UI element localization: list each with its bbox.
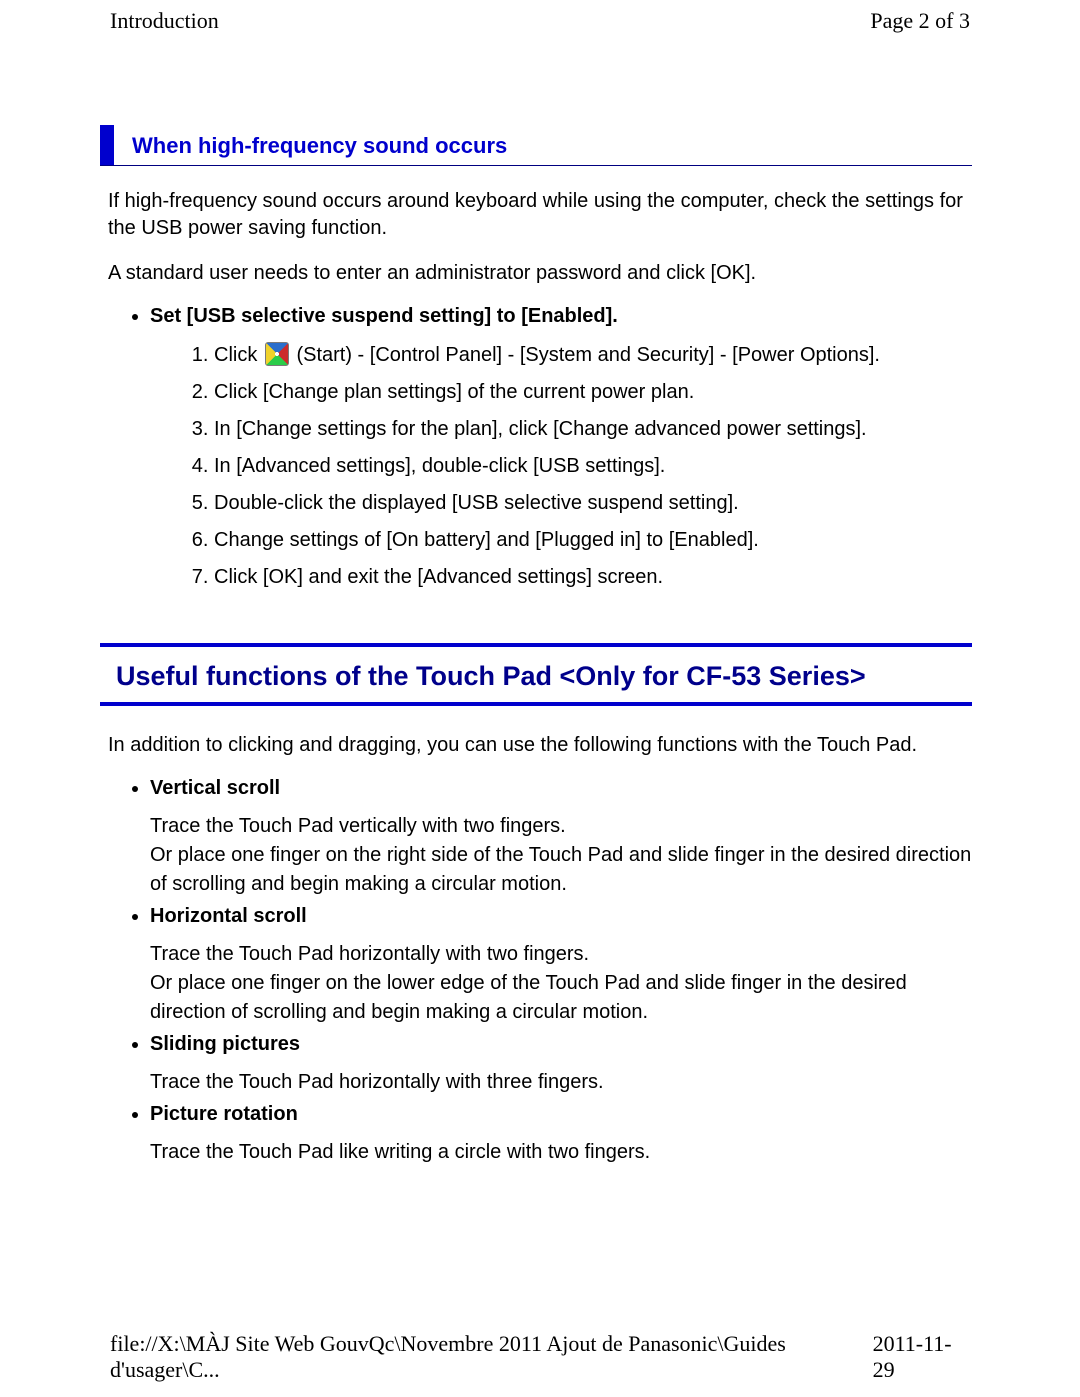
step-5: Double-click the displayed [USB selectiv…: [214, 490, 972, 517]
section1-bullet-item: Set [USB selective suspend setting] to […: [150, 305, 972, 591]
item-title: Horizontal scroll: [150, 905, 307, 927]
steps-list: Click (Start) - [Control Panel] - [Syste…: [188, 342, 972, 591]
header-title: Introduction: [110, 8, 219, 34]
touchpad-item-picture-rotation: Picture rotation Trace the Touch Pad lik…: [150, 1103, 972, 1167]
section1-para1: If high-frequency sound occurs around ke…: [108, 188, 972, 242]
step-6: Change settings of [On battery] and [Plu…: [214, 527, 972, 554]
bullet-heading: Set [USB selective suspend setting] to […: [150, 305, 618, 327]
step-1-text-a: Click: [214, 344, 263, 366]
item-title: Vertical scroll: [150, 777, 280, 799]
heading-text: When high-frequency sound occurs: [132, 125, 507, 165]
page-header: Introduction Page 2 of 3: [0, 8, 1080, 34]
step-1-text-b: (Start) - [Control Panel] - [System and …: [291, 344, 880, 366]
item-body: Trace the Touch Pad like writing a circl…: [150, 1138, 972, 1167]
heading-rule-bottom: [100, 702, 972, 706]
section2-intro: In addition to clicking and dragging, yo…: [108, 732, 972, 759]
touchpad-item-horizontal-scroll: Horizontal scroll Trace the Touch Pad ho…: [150, 905, 972, 1027]
footer-date: 2011-11-29: [873, 1331, 970, 1383]
section1-para2: A standard user needs to enter an admini…: [108, 260, 972, 287]
document-page: Introduction Page 2 of 3 When high-frequ…: [0, 0, 1080, 1397]
touchpad-item-sliding-pictures: Sliding pictures Trace the Touch Pad hor…: [150, 1033, 972, 1097]
step-7: Click [OK] and exit the [Advanced settin…: [214, 564, 972, 591]
step-4: In [Advanced settings], double-click [US…: [214, 453, 972, 480]
windows-start-orb-icon: [265, 342, 289, 366]
section-heading-high-frequency: When high-frequency sound occurs: [100, 125, 972, 166]
section-heading-touchpad: Useful functions of the Touch Pad <Only …: [100, 643, 972, 706]
item-body: Trace the Touch Pad vertically with two …: [150, 812, 972, 899]
section2-title: Useful functions of the Touch Pad <Only …: [100, 647, 972, 702]
touchpad-item-vertical-scroll: Vertical scroll Trace the Touch Pad vert…: [150, 777, 972, 899]
section1-bullet-list: Set [USB selective suspend setting] to […: [122, 305, 972, 591]
item-body: Trace the Touch Pad horizontally with th…: [150, 1068, 972, 1097]
step-2: Click [Change plan settings] of the curr…: [214, 379, 972, 406]
step-3: In [Change settings for the plan], click…: [214, 416, 972, 443]
page-footer: file://X:\MÀJ Site Web GouvQc\Novembre 2…: [0, 1331, 1080, 1383]
footer-path: file://X:\MÀJ Site Web GouvQc\Novembre 2…: [110, 1331, 873, 1383]
item-title: Sliding pictures: [150, 1033, 300, 1055]
page-content: When high-frequency sound occurs If high…: [100, 115, 972, 1173]
item-body: Trace the Touch Pad horizontally with tw…: [150, 940, 972, 1027]
heading-accent-bar: [100, 125, 114, 165]
touchpad-function-list: Vertical scroll Trace the Touch Pad vert…: [122, 777, 972, 1167]
item-title: Picture rotation: [150, 1103, 298, 1125]
header-page-indicator: Page 2 of 3: [870, 8, 970, 34]
step-1: Click (Start) - [Control Panel] - [Syste…: [214, 342, 972, 369]
